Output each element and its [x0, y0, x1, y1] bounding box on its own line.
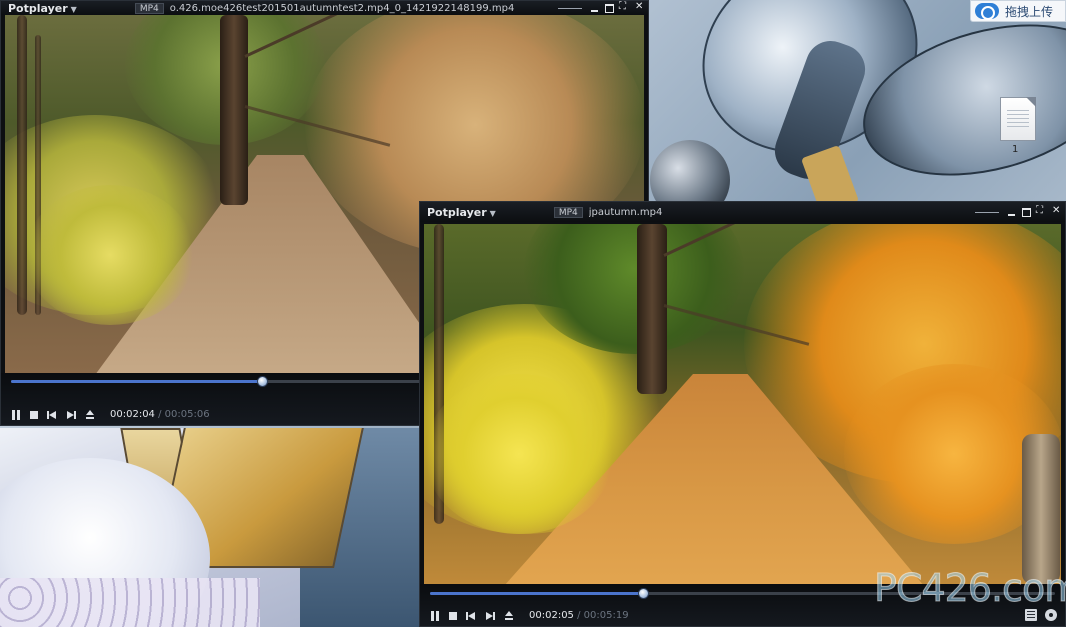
- document-icon[interactable]: [1000, 97, 1036, 141]
- separator-line: [558, 7, 582, 9]
- file-name: jpautumn.mp4: [588, 206, 663, 218]
- total-time: 00:05:06: [164, 409, 210, 420]
- fullscreen-icon[interactable]: [619, 1, 629, 13]
- chevron-down-icon: ▼: [489, 208, 496, 218]
- minimize-icon[interactable]: [590, 4, 599, 13]
- right-buttons: [1025, 609, 1057, 621]
- potplayer-window-2[interactable]: Potplayer ▼ MP4 jpautumn.mp4 ⛶ ✕ 00:02:0…: [419, 201, 1066, 627]
- site-watermark: PC426.com: [873, 566, 1066, 611]
- drag-upload-label: 拖拽上传: [1005, 4, 1054, 19]
- fullscreen-icon[interactable]: [1036, 205, 1046, 217]
- eject-icon[interactable]: [85, 409, 95, 420]
- current-time: 00:02:04: [110, 409, 155, 420]
- seek-progress: [430, 592, 643, 595]
- separator-line: [975, 211, 999, 213]
- video-frame[interactable]: [424, 224, 1061, 586]
- time-separator: /: [577, 610, 581, 621]
- chevron-down-icon: ▼: [70, 4, 77, 14]
- previous-icon[interactable]: [47, 410, 57, 420]
- time-separator: /: [158, 409, 162, 420]
- window-controls: [558, 1, 644, 15]
- maximize-icon[interactable]: [1022, 207, 1031, 217]
- cloud-upload-icon: [975, 3, 999, 20]
- title-bar[interactable]: Potplayer ▼ MP4 o.426.moe426test201501aut…: [1, 1, 648, 15]
- playback-buttons: 00:02:05 / 00:05:19: [430, 610, 629, 621]
- wallpaper-shape: [0, 578, 260, 627]
- wallpaper-bottom-left: [0, 428, 420, 627]
- close-icon[interactable]: [635, 1, 644, 13]
- window-controls: [975, 202, 1061, 222]
- close-icon[interactable]: [1052, 205, 1061, 217]
- settings-icon[interactable]: [1045, 609, 1057, 621]
- previous-icon[interactable]: [466, 611, 476, 621]
- seek-handle[interactable]: [637, 588, 649, 599]
- file-name: o.426.moe426test201501autumntest2.mp4_0_…: [169, 2, 515, 14]
- desktop-file-label[interactable]: 1: [1012, 144, 1018, 155]
- pause-icon[interactable]: [430, 610, 440, 621]
- title-bar[interactable]: Potplayer ▼ MP4 jpautumn.mp4: [420, 202, 1065, 222]
- next-icon[interactable]: [485, 611, 495, 621]
- playback-buttons: 00:02:04 / 00:05:06: [11, 409, 210, 420]
- seek-handle[interactable]: [256, 376, 268, 387]
- format-badge: MP4: [553, 206, 583, 218]
- next-icon[interactable]: [66, 410, 76, 420]
- total-time: 00:05:19: [583, 610, 629, 621]
- current-time: 00:02:05: [529, 610, 574, 621]
- maximize-icon[interactable]: [605, 3, 614, 13]
- pause-icon[interactable]: [11, 409, 21, 420]
- desktop: 拖拽上传 1 Potplayer ▼ MP4 o.426.moe426test20…: [0, 0, 1066, 627]
- seek-progress: [11, 380, 262, 383]
- time-display: 00:02:04 / 00:05:06: [110, 409, 210, 420]
- potplayer-menu-button[interactable]: Potplayer ▼: [1, 2, 77, 15]
- playlist-icon[interactable]: [1025, 609, 1037, 621]
- time-display: 00:02:05 / 00:05:19: [529, 610, 629, 621]
- drag-upload-button[interactable]: 拖拽上传: [970, 0, 1066, 22]
- format-badge: MP4: [134, 2, 164, 14]
- minimize-icon[interactable]: [1007, 208, 1016, 217]
- stop-icon[interactable]: [30, 411, 38, 419]
- eject-icon[interactable]: [504, 610, 514, 621]
- stop-icon[interactable]: [449, 612, 457, 620]
- potplayer-menu-button[interactable]: Potplayer ▼: [420, 206, 496, 219]
